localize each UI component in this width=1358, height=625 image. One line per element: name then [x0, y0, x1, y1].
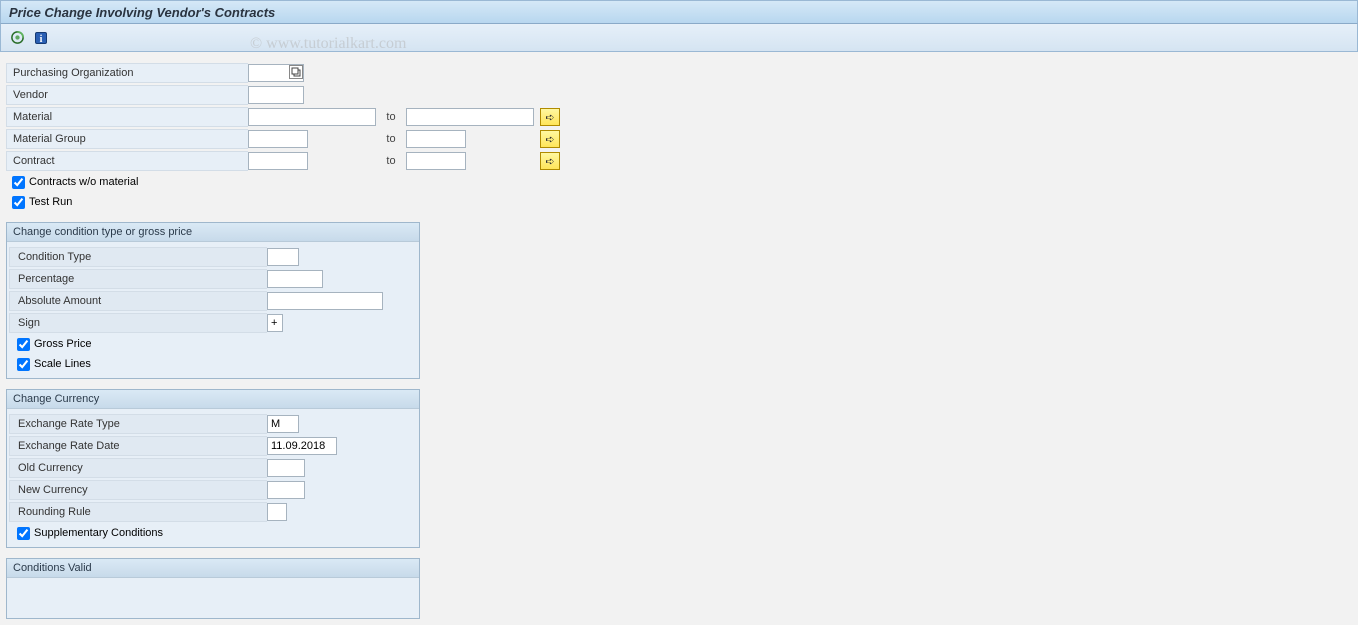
label-scale-lines: Scale Lines [34, 358, 91, 370]
application-toolbar: i [0, 24, 1358, 52]
input-old-currency[interactable] [267, 459, 305, 477]
input-percentage[interactable] [267, 270, 323, 288]
label-test-run: Test Run [29, 196, 72, 208]
row-test-run: Test Run [6, 192, 1344, 212]
execute-button[interactable] [7, 28, 27, 48]
page-title: Price Change Involving Vendor's Contract… [9, 5, 275, 20]
form-body: Purchasing Organization Vendor Material … [2, 56, 1348, 619]
group-title-currency: Change Currency [7, 390, 419, 409]
input-contract-high[interactable] [406, 152, 466, 170]
arrow-right-icon: ➪ [545, 111, 554, 124]
input-new-currency[interactable] [267, 481, 305, 499]
row-material-group: Material Group to ➪ [6, 128, 1344, 150]
arrow-right-icon: ➪ [545, 133, 554, 146]
multiselect-matgroup-button[interactable]: ➪ [540, 130, 560, 148]
label-material: Material [6, 107, 248, 127]
row-vendor: Vendor [6, 84, 1344, 106]
label-condition-type: Condition Type [9, 247, 267, 267]
label-purchasing-org: Purchasing Organization [6, 63, 248, 83]
input-sign[interactable] [267, 314, 283, 332]
input-material-high[interactable] [406, 108, 534, 126]
to-label-material: to [376, 111, 406, 123]
label-percentage: Percentage [9, 269, 267, 289]
input-absolute-amount[interactable] [267, 292, 383, 310]
input-contract-low[interactable] [248, 152, 308, 170]
label-sign: Sign [9, 313, 267, 333]
group-title-conditions-valid: Conditions Valid [7, 559, 419, 578]
checkbox-contracts-wo-material[interactable] [12, 176, 25, 189]
label-vendor: Vendor [6, 85, 248, 105]
label-contract: Contract [6, 151, 248, 171]
groupbox-conditions-valid: Conditions Valid [6, 558, 420, 619]
row-purchasing-org: Purchasing Organization [6, 62, 1344, 84]
label-old-currency: Old Currency [9, 458, 267, 478]
multiselect-contract-button[interactable]: ➪ [540, 152, 560, 170]
input-condition-type[interactable] [267, 248, 299, 266]
checkbox-test-run[interactable] [12, 196, 25, 209]
info-icon: i [34, 31, 48, 45]
label-new-currency: New Currency [9, 480, 267, 500]
input-exch-rate-type[interactable] [267, 415, 299, 433]
input-exch-rate-date[interactable] [267, 437, 337, 455]
svg-text:i: i [40, 34, 43, 45]
main-scroll-area[interactable]: Purchasing Organization Vendor Material … [2, 56, 1348, 619]
checkbox-gross-price[interactable] [17, 338, 30, 351]
row-contract: Contract to ➪ [6, 150, 1344, 172]
label-material-group: Material Group [6, 129, 248, 149]
input-vendor[interactable] [248, 86, 304, 104]
group-title-condition: Change condition type or gross price [7, 223, 419, 242]
label-exch-rate-date: Exchange Rate Date [9, 436, 267, 456]
label-exch-rate-type: Exchange Rate Type [9, 414, 267, 434]
checkbox-supplementary-conditions[interactable] [17, 527, 30, 540]
multiselect-material-button[interactable]: ➪ [540, 108, 560, 126]
to-label-contract: to [376, 155, 406, 167]
arrow-right-icon: ➪ [545, 155, 554, 168]
search-help-icon[interactable] [289, 65, 303, 79]
input-matgroup-low[interactable] [248, 130, 308, 148]
groupbox-currency: Change Currency Exchange Rate Type Excha… [6, 389, 420, 548]
label-contracts-wo-material: Contracts w/o material [29, 176, 138, 188]
input-matgroup-high[interactable] [406, 130, 466, 148]
label-supplementary-conditions: Supplementary Conditions [34, 527, 163, 539]
row-contracts-wo-material: Contracts w/o material [6, 172, 1344, 192]
checkbox-scale-lines[interactable] [17, 358, 30, 371]
label-gross-price: Gross Price [34, 338, 91, 350]
execute-icon [10, 30, 25, 45]
row-material: Material to ➪ [6, 106, 1344, 128]
title-bar: Price Change Involving Vendor's Contract… [0, 0, 1358, 24]
to-label-matgroup: to [376, 133, 406, 145]
info-button[interactable]: i [31, 28, 51, 48]
groupbox-condition: Change condition type or gross price Con… [6, 222, 420, 379]
input-rounding-rule[interactable] [267, 503, 287, 521]
label-absolute-amount: Absolute Amount [9, 291, 267, 311]
label-rounding-rule: Rounding Rule [9, 502, 267, 522]
input-material-low[interactable] [248, 108, 376, 126]
